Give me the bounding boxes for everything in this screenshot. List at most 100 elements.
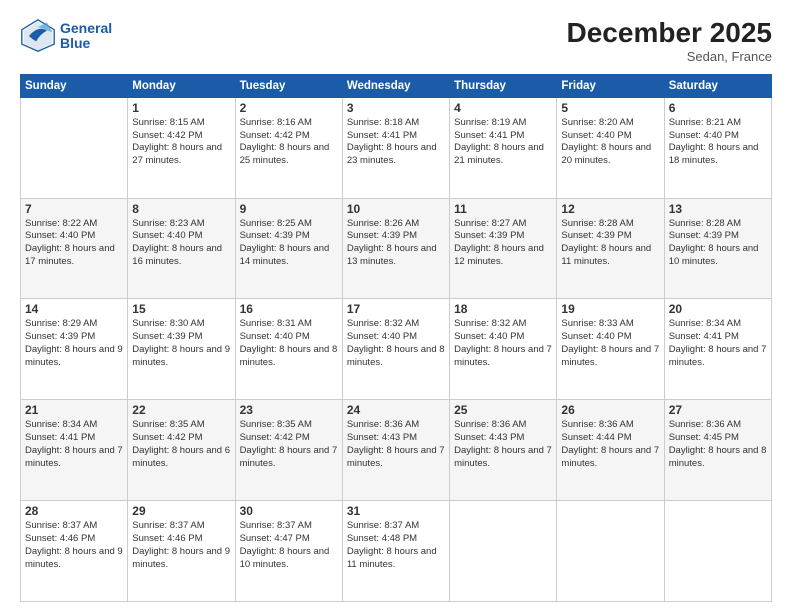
calendar-cell: 13Sunrise: 8:28 AM Sunset: 4:39 PM Dayli… (664, 198, 771, 299)
cell-info: Sunrise: 8:36 AM Sunset: 4:45 PM Dayligh… (669, 419, 767, 470)
cell-info: Sunrise: 8:34 AM Sunset: 4:41 PM Dayligh… (25, 419, 123, 470)
calendar-cell: 29 Sunrise: 8:37 AM Sunset: 4:46 PM Dayli… (128, 501, 235, 602)
cell-info: Sunrise: 8:37 AM Sunset: 4:46 PM Dayligh… (132, 520, 230, 571)
logo: General Blue (20, 18, 112, 54)
calendar-body: 1 Sunrise: 8:15 AM Sunset: 4:42 PM Daylig… (21, 97, 772, 601)
day-number: 20 (669, 302, 767, 316)
calendar-cell: 6Sunrise: 8:21 AM Sunset: 4:40 PM Daylig… (664, 97, 771, 198)
calendar-table: SundayMondayTuesdayWednesdayThursdayFrid… (20, 74, 772, 602)
calendar-cell: 11Sunrise: 8:27 AM Sunset: 4:39 PM Dayli… (450, 198, 557, 299)
day-number: 27 (669, 403, 767, 417)
calendar-cell: 25 Sunrise: 8:36 AM Sunset: 4:43 PM Dayli… (450, 400, 557, 501)
calendar-cell: 28 Sunrise: 8:37 AM Sunset: 4:46 PM Dayli… (21, 501, 128, 602)
calendar-cell: 16 Sunrise: 8:31 AM Sunset: 4:40 PM Dayli… (235, 299, 342, 400)
calendar-cell: 22 Sunrise: 8:35 AM Sunset: 4:42 PM Dayli… (128, 400, 235, 501)
calendar-cell: 26 Sunrise: 8:36 AM Sunset: 4:44 PM Dayli… (557, 400, 664, 501)
day-number: 22 (132, 403, 230, 417)
calendar-cell (557, 501, 664, 602)
calendar-cell: 30 Sunrise: 8:37 AM Sunset: 4:47 PM Dayli… (235, 501, 342, 602)
cell-info: Sunrise: 8:37 AM Sunset: 4:47 PM Dayligh… (240, 520, 338, 571)
cell-info: Sunrise: 8:36 AM Sunset: 4:44 PM Dayligh… (561, 419, 659, 470)
cell-info: Sunrise: 8:25 AM Sunset: 4:39 PM Dayligh… (240, 218, 338, 269)
logo-line1: General (60, 21, 112, 36)
day-number: 14 (25, 302, 123, 316)
calendar-cell: 7 Sunrise: 8:22 AM Sunset: 4:40 PM Daylig… (21, 198, 128, 299)
cell-info: Sunrise: 8:37 AM Sunset: 4:46 PM Dayligh… (25, 520, 123, 571)
calendar-cell: 18Sunrise: 8:32 AM Sunset: 4:40 PM Dayli… (450, 299, 557, 400)
logo-line2: Blue (60, 36, 112, 51)
cell-info: Sunrise: 8:26 AM Sunset: 4:39 PM Dayligh… (347, 218, 445, 269)
day-number: 31 (347, 504, 445, 518)
cell-info: Sunrise: 8:30 AM Sunset: 4:39 PM Dayligh… (132, 318, 230, 369)
logo-icon (20, 18, 56, 54)
cell-info: Sunrise: 8:35 AM Sunset: 4:42 PM Dayligh… (132, 419, 230, 470)
calendar-cell: 31Sunrise: 8:37 AM Sunset: 4:48 PM Dayli… (342, 501, 449, 602)
header-cell-wednesday: Wednesday (342, 74, 449, 97)
header: General Blue December 2025 Sedan, France (20, 18, 772, 64)
day-number: 10 (347, 202, 445, 216)
calendar-header: SundayMondayTuesdayWednesdayThursdayFrid… (21, 74, 772, 97)
cell-info: Sunrise: 8:36 AM Sunset: 4:43 PM Dayligh… (347, 419, 445, 470)
calendar-cell: 10 Sunrise: 8:26 AM Sunset: 4:39 PM Dayli… (342, 198, 449, 299)
cell-info: Sunrise: 8:28 AM Sunset: 4:39 PM Dayligh… (561, 218, 659, 269)
day-number: 9 (240, 202, 338, 216)
cell-info: Sunrise: 8:16 AM Sunset: 4:42 PM Dayligh… (240, 117, 338, 168)
day-number: 1 (132, 101, 230, 115)
calendar-cell: 8Sunrise: 8:23 AM Sunset: 4:40 PM Daylig… (128, 198, 235, 299)
cell-info: Sunrise: 8:21 AM Sunset: 4:40 PM Dayligh… (669, 117, 767, 168)
day-number: 30 (240, 504, 338, 518)
week-row-3: 21Sunrise: 8:34 AM Sunset: 4:41 PM Dayli… (21, 400, 772, 501)
calendar-cell: 27 Sunrise: 8:36 AM Sunset: 4:45 PM Dayli… (664, 400, 771, 501)
cell-info: Sunrise: 8:31 AM Sunset: 4:40 PM Dayligh… (240, 318, 338, 369)
day-number: 5 (561, 101, 659, 115)
calendar-cell (21, 97, 128, 198)
cell-info: Sunrise: 8:33 AM Sunset: 4:40 PM Dayligh… (561, 318, 659, 369)
day-number: 3 (347, 101, 445, 115)
cell-info: Sunrise: 8:35 AM Sunset: 4:42 PM Dayligh… (240, 419, 338, 470)
calendar-cell: 2Sunrise: 8:16 AM Sunset: 4:42 PM Daylig… (235, 97, 342, 198)
day-number: 17 (347, 302, 445, 316)
header-cell-friday: Friday (557, 74, 664, 97)
week-row-4: 28 Sunrise: 8:37 AM Sunset: 4:46 PM Dayli… (21, 501, 772, 602)
header-cell-thursday: Thursday (450, 74, 557, 97)
week-row-0: 1 Sunrise: 8:15 AM Sunset: 4:42 PM Daylig… (21, 97, 772, 198)
calendar: SundayMondayTuesdayWednesdayThursdayFrid… (20, 74, 772, 602)
calendar-cell: 14 Sunrise: 8:29 AM Sunset: 4:39 PM Dayli… (21, 299, 128, 400)
day-number: 7 (25, 202, 123, 216)
header-row: SundayMondayTuesdayWednesdayThursdayFrid… (21, 74, 772, 97)
cell-info: Sunrise: 8:36 AM Sunset: 4:43 PM Dayligh… (454, 419, 552, 470)
day-number: 28 (25, 504, 123, 518)
cell-info: Sunrise: 8:27 AM Sunset: 4:39 PM Dayligh… (454, 218, 552, 269)
day-number: 25 (454, 403, 552, 417)
header-cell-monday: Monday (128, 74, 235, 97)
cell-info: Sunrise: 8:19 AM Sunset: 4:41 PM Dayligh… (454, 117, 552, 168)
cell-info: Sunrise: 8:15 AM Sunset: 4:42 PM Dayligh… (132, 117, 230, 168)
header-cell-sunday: Sunday (21, 74, 128, 97)
header-cell-saturday: Saturday (664, 74, 771, 97)
month-title: December 2025 (567, 18, 772, 49)
day-number: 26 (561, 403, 659, 417)
cell-info: Sunrise: 8:28 AM Sunset: 4:39 PM Dayligh… (669, 218, 767, 269)
calendar-cell: 24 Sunrise: 8:36 AM Sunset: 4:43 PM Dayli… (342, 400, 449, 501)
day-number: 23 (240, 403, 338, 417)
day-number: 18 (454, 302, 552, 316)
calendar-cell: 3Sunrise: 8:18 AM Sunset: 4:41 PM Daylig… (342, 97, 449, 198)
day-number: 16 (240, 302, 338, 316)
calendar-cell: 9 Sunrise: 8:25 AM Sunset: 4:39 PM Daylig… (235, 198, 342, 299)
calendar-cell: 19 Sunrise: 8:33 AM Sunset: 4:40 PM Dayli… (557, 299, 664, 400)
title-block: December 2025 Sedan, France (567, 18, 772, 64)
day-number: 15 (132, 302, 230, 316)
calendar-cell: 4Sunrise: 8:19 AM Sunset: 4:41 PM Daylig… (450, 97, 557, 198)
day-number: 24 (347, 403, 445, 417)
cell-info: Sunrise: 8:20 AM Sunset: 4:40 PM Dayligh… (561, 117, 659, 168)
calendar-cell: 21Sunrise: 8:34 AM Sunset: 4:41 PM Dayli… (21, 400, 128, 501)
cell-info: Sunrise: 8:22 AM Sunset: 4:40 PM Dayligh… (25, 218, 123, 269)
calendar-cell (450, 501, 557, 602)
cell-info: Sunrise: 8:29 AM Sunset: 4:39 PM Dayligh… (25, 318, 123, 369)
cell-info: Sunrise: 8:32 AM Sunset: 4:40 PM Dayligh… (347, 318, 445, 369)
cell-info: Sunrise: 8:23 AM Sunset: 4:40 PM Dayligh… (132, 218, 230, 269)
calendar-cell: 20Sunrise: 8:34 AM Sunset: 4:41 PM Dayli… (664, 299, 771, 400)
day-number: 19 (561, 302, 659, 316)
day-number: 29 (132, 504, 230, 518)
logo-text: General Blue (60, 21, 112, 52)
